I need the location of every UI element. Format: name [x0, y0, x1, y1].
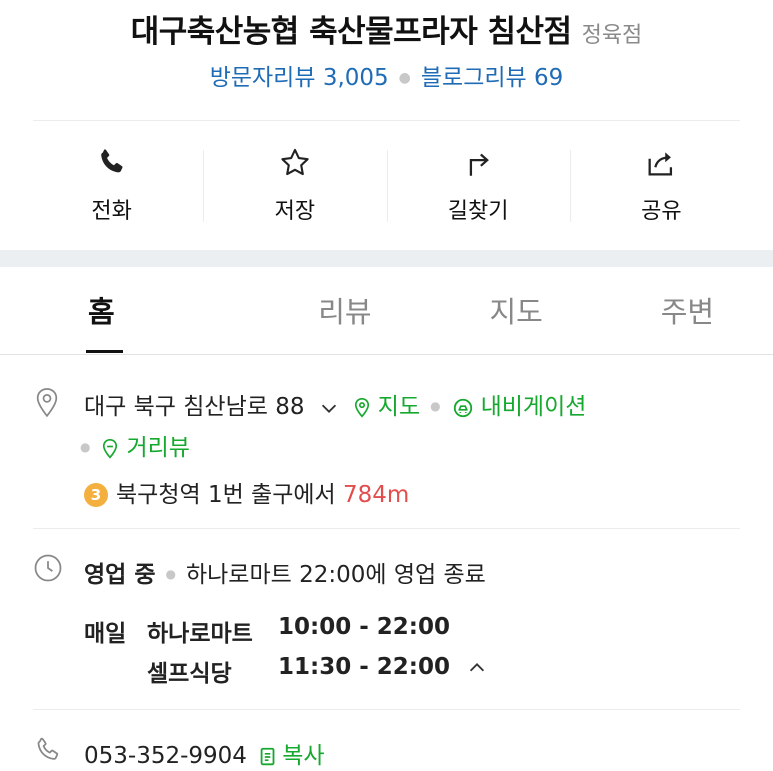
hours-summary[interactable]: 영업 중 ● 하나로마트 22:00에 영업 종료 [84, 555, 486, 589]
review-counts: 방문자리뷰 3,005 ● 블로그리뷰 69 [0, 58, 773, 92]
closing-info: 하나로마트 22:00에 영업 종료 [185, 562, 486, 588]
hours-row-name: 하나로마트 [147, 621, 253, 647]
share-label: 공유 [641, 199, 682, 224]
copy-label: 복사 [282, 743, 325, 769]
visitor-review-link[interactable]: 방문자리뷰 3,005 [210, 65, 389, 91]
share-icon [648, 152, 673, 176]
phone-icon [37, 737, 59, 760]
directions-button[interactable]: 길찾기 [386, 140, 570, 230]
separator-dot: ● [398, 70, 411, 86]
phone-number[interactable]: 053-352-9904 [84, 743, 247, 769]
tab-nearby[interactable]: 주변 [602, 267, 773, 354]
location-pin-icon [36, 388, 58, 418]
subway-exit: 1번 출구에서 [207, 482, 336, 508]
directions-icon [469, 153, 490, 176]
divider [33, 528, 740, 529]
directions-label: 길찾기 [447, 199, 509, 224]
subway-station: 북구청역 [116, 482, 201, 508]
navigation-link[interactable]: 내비게이션 [451, 394, 587, 420]
hours-row-name: 셀프식당 [147, 661, 232, 687]
street-view-line: ● 거리뷰 [80, 428, 190, 462]
subway-line-badge: 3 [84, 483, 108, 507]
blog-review-link[interactable]: 블로그리뷰 69 [421, 65, 563, 91]
clock-icon [34, 554, 62, 582]
tab-home[interactable]: 홈 [0, 267, 259, 354]
separator-dot: ● [165, 567, 176, 581]
separator-dot: ● [430, 399, 441, 413]
street-view-link[interactable]: 거리뷰 [100, 435, 190, 461]
save-button[interactable]: 저장 [203, 140, 386, 230]
navigation-link-label: 내비게이션 [480, 394, 587, 420]
hours-row-time-text: 11:30 - 22:00 [278, 654, 450, 680]
tab-reviews[interactable]: 리뷰 [259, 267, 430, 354]
chevron-up-icon[interactable] [466, 657, 488, 679]
hours-day: 매일 [84, 621, 127, 647]
open-status: 영업 중 [84, 562, 156, 588]
action-bar: 전화 저장 길찾기 공유 [20, 140, 753, 230]
address-text: 대구 북구 침산남로 88 [84, 394, 305, 420]
subway-info: 3 북구청역 1번 출구에서 784m [84, 475, 409, 509]
title-row: 대구축산농협 축산물프라자 침산점 정육점 [0, 6, 773, 51]
chevron-down-icon[interactable] [318, 397, 340, 419]
street-view-icon [103, 438, 118, 459]
share-button[interactable]: 공유 [569, 140, 753, 230]
separator-dot: ● [80, 440, 91, 454]
call-button[interactable]: 전화 [20, 140, 203, 230]
star-icon [281, 148, 309, 176]
car-icon [453, 398, 472, 417]
place-title: 대구축산농협 축산물프라자 침산점 [130, 14, 572, 50]
tab-bar: 홈 리뷰 지도 주변 [0, 267, 773, 355]
tab-map[interactable]: 지도 [431, 267, 602, 354]
divider [33, 120, 740, 121]
call-label: 전화 [91, 199, 132, 224]
map-link-label: 지도 [377, 394, 421, 420]
map-pin-icon [354, 397, 369, 418]
hours-row-time: 11:30 - 22:00 [278, 654, 488, 680]
phone-line: 053-352-9904 복사 [84, 736, 325, 770]
divider [33, 709, 740, 710]
phone-icon [100, 149, 123, 173]
copy-icon [260, 747, 275, 765]
address-line: 대구 북구 침산남로 88 지도 ● 내비게이션 [84, 387, 586, 421]
save-label: 저장 [274, 199, 316, 224]
place-category: 정육점 [581, 23, 643, 48]
copy-button[interactable]: 복사 [258, 743, 325, 769]
subway-distance: 784m [343, 482, 410, 508]
section-separator [0, 250, 773, 267]
hours-row-time: 10:00 - 22:00 [278, 614, 450, 640]
place-header: 대구축산농협 축산물프라자 침산점 정육점 방문자리뷰 3,005 ● 블로그리뷰 6… [0, 0, 773, 120]
map-link[interactable]: 지도 [352, 394, 420, 420]
street-view-label: 거리뷰 [126, 435, 190, 461]
